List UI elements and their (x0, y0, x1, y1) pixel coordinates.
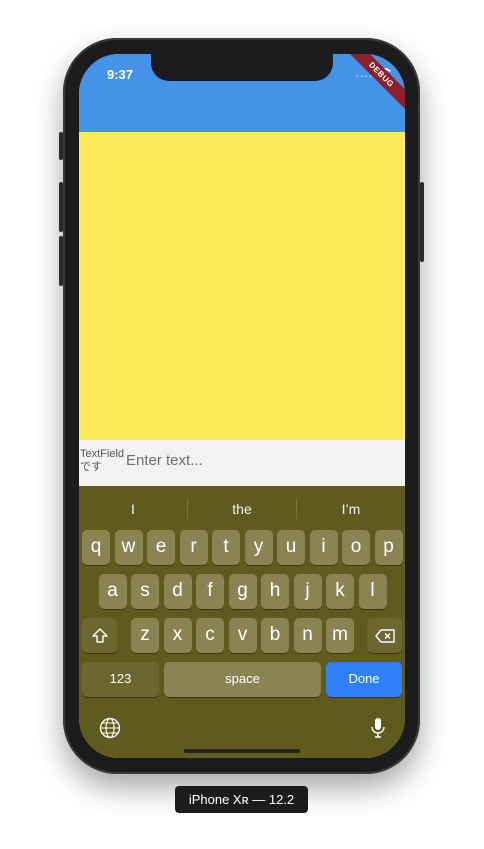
key-r[interactable]: r (179, 530, 208, 565)
key-p[interactable]: p (374, 530, 403, 565)
key-w[interactable]: w (114, 530, 143, 565)
device-label: iPhone Xʀ — 12.2 (175, 786, 308, 813)
volume-down-button (59, 236, 63, 286)
key-b[interactable]: b (261, 618, 289, 653)
home-indicator[interactable] (184, 749, 300, 753)
done-key[interactable]: Done (326, 662, 402, 697)
mute-switch (59, 132, 63, 160)
yellow-container (79, 132, 405, 440)
key-n[interactable]: n (293, 618, 322, 653)
key-h[interactable]: h (261, 574, 289, 609)
globe-icon[interactable] (99, 717, 121, 744)
keyboard: I the I’m q w e r t y u i o p a s d f g … (79, 486, 405, 758)
key-x[interactable]: x (163, 618, 192, 653)
key-y[interactable]: y (244, 530, 273, 565)
power-button (420, 182, 424, 262)
notch (151, 54, 333, 81)
key-q[interactable]: q (82, 530, 110, 565)
key-s[interactable]: s (131, 574, 159, 609)
numbers-key[interactable]: 123 (82, 662, 159, 697)
key-a[interactable]: a (98, 574, 127, 609)
microphone-icon[interactable] (369, 717, 387, 744)
key-u[interactable]: u (277, 530, 305, 565)
key-v[interactable]: v (228, 618, 257, 653)
status-time: 9:37 (107, 67, 134, 82)
key-z[interactable]: z (131, 618, 159, 653)
volume-up-button (59, 182, 63, 232)
key-k[interactable]: k (326, 574, 354, 609)
screen: 9:37 .... DEBUG TextField です Enter text.… (79, 54, 405, 758)
suggestion-2[interactable]: the (188, 496, 296, 522)
suggestion-1[interactable]: I (79, 496, 187, 522)
textfield-label: TextField です (80, 448, 125, 473)
suggestion-bar: I the I’m (79, 496, 405, 522)
key-g[interactable]: g (228, 574, 257, 609)
key-d[interactable]: d (163, 574, 192, 609)
key-m[interactable]: m (326, 618, 354, 653)
key-e[interactable]: e (147, 530, 175, 565)
space-key[interactable]: space (164, 662, 321, 697)
backspace-key[interactable] (367, 618, 402, 653)
key-c[interactable]: c (196, 618, 224, 653)
suggestion-3[interactable]: I’m (297, 496, 405, 522)
key-j[interactable]: j (293, 574, 322, 609)
key-f[interactable]: f (196, 574, 224, 609)
key-i[interactable]: i (309, 530, 338, 565)
key-t[interactable]: t (212, 530, 240, 565)
shift-icon (91, 628, 108, 643)
key-o[interactable]: o (342, 530, 370, 565)
shift-key[interactable] (82, 618, 117, 653)
textfield-row[interactable]: TextField です Enter text... (79, 440, 405, 486)
backspace-icon (374, 628, 395, 643)
text-input[interactable]: Enter text... (126, 452, 203, 469)
key-l[interactable]: l (358, 574, 387, 609)
